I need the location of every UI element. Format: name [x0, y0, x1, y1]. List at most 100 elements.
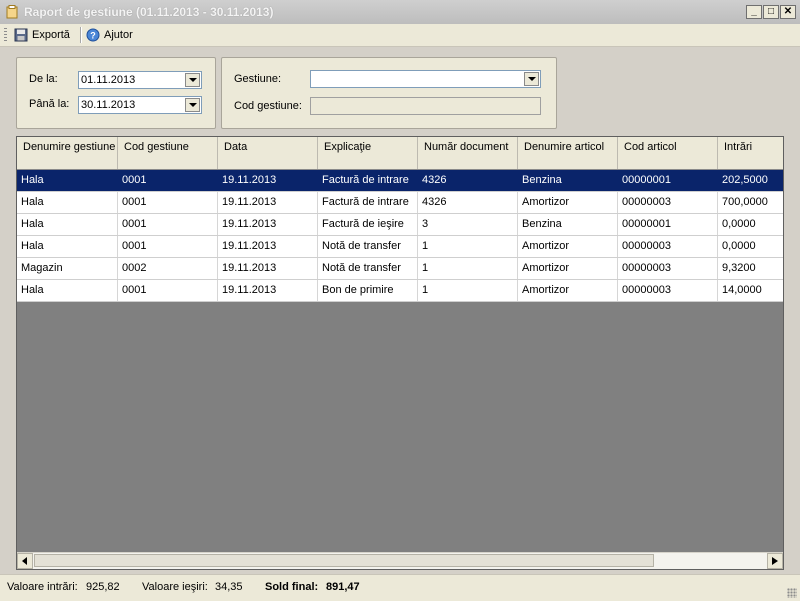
- to-label: Până la:: [29, 98, 70, 110]
- cell-intrari[interactable]: 14,0000: [718, 280, 783, 301]
- cell-intrari[interactable]: 700,0000: [718, 192, 783, 213]
- help-label: Ajutor: [104, 29, 133, 41]
- cell-explicatie[interactable]: Factură de intrare: [318, 192, 418, 213]
- header-col-denumire-articol[interactable]: Denumire articol: [518, 137, 618, 169]
- header-col-cod-articol[interactable]: Cod articol: [618, 137, 718, 169]
- cell-cod-gestiune[interactable]: 0001: [118, 214, 218, 235]
- horizontal-scrollbar[interactable]: [17, 552, 783, 569]
- date-range-group: De la: 01.11.2013 Până la: 30.11.2013: [16, 57, 216, 129]
- cell-cod-articol[interactable]: 00000003: [618, 258, 718, 279]
- header-col-numar-document[interactable]: Număr document: [418, 137, 518, 169]
- cell-denumire-articol[interactable]: Amortizor: [518, 258, 618, 279]
- cell-data[interactable]: 19.11.2013: [218, 236, 318, 257]
- cell-intrari[interactable]: 0,0000: [718, 236, 783, 257]
- export-label: Exportă: [32, 29, 70, 41]
- intrari-value: 925,82: [86, 581, 120, 593]
- cell-denumire-articol[interactable]: Amortizor: [518, 236, 618, 257]
- cell-cod-gestiune[interactable]: 0001: [118, 236, 218, 257]
- cell-cod-articol[interactable]: 00000001: [618, 170, 718, 191]
- cell-explicatie[interactable]: Factură de ieşire: [318, 214, 418, 235]
- cell-cod-gestiune[interactable]: 0001: [118, 170, 218, 191]
- resize-grip-icon[interactable]: [787, 588, 797, 598]
- cell-intrari[interactable]: 202,5000: [718, 170, 783, 191]
- maximize-icon: □: [767, 6, 775, 17]
- cell-explicatie[interactable]: Notă de transfer: [318, 236, 418, 257]
- header-col-data[interactable]: Data: [218, 137, 318, 169]
- cell-denumire-gestiune[interactable]: Hala: [17, 170, 118, 191]
- minimize-button[interactable]: _: [746, 5, 762, 19]
- svg-text:?: ?: [90, 31, 96, 41]
- close-button[interactable]: ✕: [780, 5, 796, 19]
- cell-numar-document[interactable]: 4326: [418, 192, 518, 213]
- cell-cod-articol[interactable]: 00000003: [618, 236, 718, 257]
- header-col-intrari[interactable]: Intrări: [718, 137, 783, 169]
- cell-denumire-gestiune[interactable]: Magazin: [17, 258, 118, 279]
- table-row[interactable]: Hala 0001 19.11.2013 Factură de intrare 4326…: [17, 170, 783, 192]
- minimize-icon: _: [751, 6, 757, 17]
- cell-numar-document[interactable]: 3: [418, 214, 518, 235]
- cell-denumire-articol[interactable]: Benzina: [518, 214, 618, 235]
- help-button[interactable]: ? Ajutor: [84, 26, 135, 44]
- to-date-value: 30.11.2013: [81, 99, 136, 111]
- header-col-denumire-gestiune[interactable]: Denumire gestiune: [17, 137, 118, 169]
- to-date-dropdown-button[interactable]: [185, 98, 200, 112]
- window-title: Raport de gestiune (01.11.2013 - 30.11.2…: [24, 5, 274, 19]
- header-col-cod-gestiune[interactable]: Cod gestiune: [118, 137, 218, 169]
- maximize-button[interactable]: □: [763, 5, 779, 19]
- cell-cod-gestiune[interactable]: 0001: [118, 192, 218, 213]
- cell-denumire-articol[interactable]: Amortizor: [518, 280, 618, 301]
- close-icon: ✕: [783, 6, 793, 17]
- export-button[interactable]: Exportă: [12, 26, 72, 44]
- cell-denumire-gestiune[interactable]: Hala: [17, 280, 118, 301]
- to-date-picker[interactable]: 30.11.2013: [78, 96, 202, 114]
- cell-cod-articol[interactable]: 00000001: [618, 214, 718, 235]
- cell-cod-gestiune[interactable]: 0002: [118, 258, 218, 279]
- iesiri-label: Valoare ieşiri:: [142, 581, 208, 593]
- cell-denumire-articol[interactable]: Amortizor: [518, 192, 618, 213]
- scroll-thumb[interactable]: [34, 554, 654, 567]
- from-date-dropdown-button[interactable]: [185, 73, 200, 87]
- cell-intrari[interactable]: 9,3200: [718, 258, 783, 279]
- cell-cod-articol[interactable]: 00000003: [618, 192, 718, 213]
- title-bar[interactable]: Raport de gestiune (01.11.2013 - 30.11.2…: [0, 0, 800, 25]
- table-row[interactable]: Hala 0001 19.11.2013 Factură de ieşire 3 Benz…: [17, 214, 783, 236]
- table-row[interactable]: Hala 0001 19.11.2013 Bon de primire 1 Amortiz…: [17, 280, 783, 302]
- cell-cod-gestiune[interactable]: 0001: [118, 280, 218, 301]
- scroll-left-button[interactable]: [17, 553, 33, 569]
- cell-data[interactable]: 19.11.2013: [218, 258, 318, 279]
- help-icon: ?: [86, 28, 100, 42]
- toolbar: Exportă ? Ajutor: [0, 24, 800, 47]
- gestiune-dropdown-button[interactable]: [524, 72, 539, 86]
- grid-header: Denumire gestiune Cod gestiune Data Explica…: [17, 137, 783, 170]
- toolbar-grip[interactable]: [4, 28, 7, 42]
- cell-data[interactable]: 19.11.2013: [218, 192, 318, 213]
- from-date-picker[interactable]: 01.11.2013: [78, 71, 202, 89]
- status-bar: Valoare intrări: 925,82 Valoare ieşiri: …: [0, 574, 800, 601]
- cell-data[interactable]: 19.11.2013: [218, 280, 318, 301]
- gestiune-select[interactable]: [310, 70, 541, 88]
- table-row[interactable]: Magazin 0002 19.11.2013 Notă de transfer 1 Am…: [17, 258, 783, 280]
- cell-denumire-articol[interactable]: Benzina: [518, 170, 618, 191]
- cell-data[interactable]: 19.11.2013: [218, 214, 318, 235]
- report-icon: [6, 5, 18, 19]
- cell-explicatie[interactable]: Bon de primire: [318, 280, 418, 301]
- cell-denumire-gestiune[interactable]: Hala: [17, 192, 118, 213]
- cell-numar-document[interactable]: 1: [418, 258, 518, 279]
- chevron-down-icon: [188, 78, 197, 82]
- cell-cod-articol[interactable]: 00000003: [618, 280, 718, 301]
- cell-denumire-gestiune[interactable]: Hala: [17, 214, 118, 235]
- table-row[interactable]: Hala 0001 19.11.2013 Factură de intrare 4326…: [17, 192, 783, 214]
- cell-data[interactable]: 19.11.2013: [218, 170, 318, 191]
- cell-explicatie[interactable]: Factură de intrare: [318, 170, 418, 191]
- cell-denumire-gestiune[interactable]: Hala: [17, 236, 118, 257]
- cell-numar-document[interactable]: 1: [418, 280, 518, 301]
- report-grid[interactable]: Denumire gestiune Cod gestiune Data Explica…: [16, 136, 784, 570]
- cell-numar-document[interactable]: 4326: [418, 170, 518, 191]
- cell-intrari[interactable]: 0,0000: [718, 214, 783, 235]
- save-icon: [14, 28, 28, 42]
- scroll-right-button[interactable]: [767, 553, 783, 569]
- cell-explicatie[interactable]: Notă de transfer: [318, 258, 418, 279]
- table-row[interactable]: Hala 0001 19.11.2013 Notă de transfer 1 Amort…: [17, 236, 783, 258]
- header-col-explicatie[interactable]: Explicaţie: [318, 137, 418, 169]
- cell-numar-document[interactable]: 1: [418, 236, 518, 257]
